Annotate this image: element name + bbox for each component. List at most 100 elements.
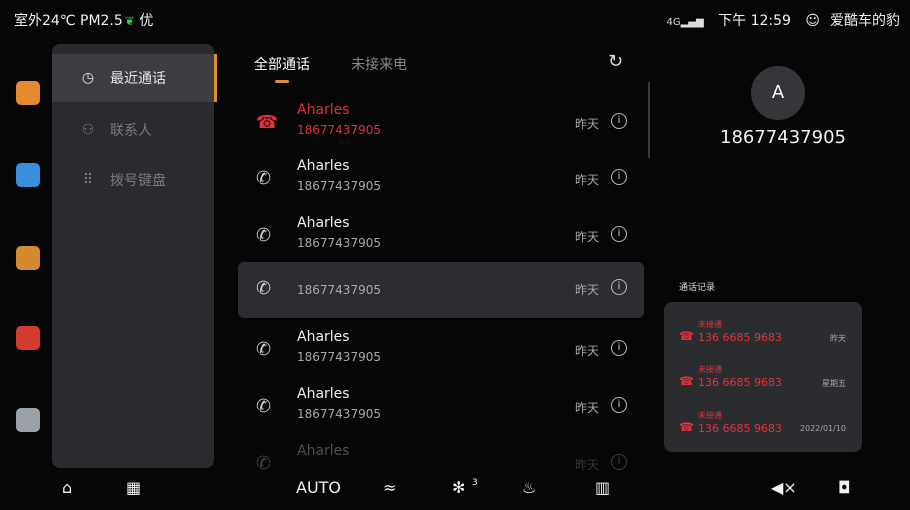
- call-row[interactable]: ✆ Aharles 18677437905 昨天 i: [238, 209, 644, 265]
- username[interactable]: 爱酷车的豹: [830, 13, 900, 29]
- sidebar-item-label: 联系人: [110, 123, 152, 139]
- caller-name: Aharles: [297, 158, 350, 174]
- history-row[interactable]: ☎ 未接通 136 6685 9683 星期五: [664, 358, 862, 402]
- caller-number: 18677437905: [297, 123, 381, 137]
- car-icon[interactable]: [16, 81, 40, 105]
- sidebar-item-label: 拨号键盘: [110, 173, 166, 189]
- history-row[interactable]: ☎ 未接通 136 6685 9683 昨天: [664, 313, 862, 357]
- ac-auto-button[interactable]: AUTO: [296, 478, 341, 497]
- front-defrost-icon[interactable]: ♨: [522, 478, 536, 497]
- caller-name: Aharles: [297, 443, 350, 459]
- history-date: 2022/01/10: [799, 424, 846, 433]
- caller-number: 18677437905: [297, 407, 381, 421]
- tab-missed-calls[interactable]: 未接来电: [351, 54, 407, 74]
- call-date: 昨天: [575, 344, 600, 358]
- fan-icon[interactable]: ✻: [452, 478, 465, 497]
- outdoor-temp: 室外24℃: [14, 13, 76, 29]
- caller-name: Aharles: [297, 215, 350, 231]
- map-icon[interactable]: [16, 163, 40, 187]
- history-status: 未接通: [698, 411, 722, 420]
- mute-icon[interactable]: ◀×: [771, 478, 797, 497]
- person-icon: ⚇: [81, 122, 95, 138]
- scrollbar[interactable]: [648, 82, 650, 158]
- call-date: 昨天: [575, 401, 600, 415]
- signal-label: 4G: [666, 17, 681, 28]
- airflow-icon[interactable]: ≈: [383, 478, 396, 497]
- missed-call-icon: ☎: [679, 374, 694, 388]
- caller-number: 18677437905: [297, 283, 381, 297]
- gear-icon[interactable]: [16, 408, 40, 432]
- history-number: 136 6685 9683: [698, 376, 782, 389]
- info-icon[interactable]: i: [611, 226, 627, 242]
- media-icon[interactable]: [16, 246, 40, 270]
- rear-defrost-icon[interactable]: ▥: [595, 478, 610, 497]
- history-number: 136 6685 9683: [698, 422, 782, 435]
- info-icon[interactable]: i: [611, 169, 627, 185]
- fan-level: 3: [472, 478, 478, 488]
- history-date: 星期五: [822, 379, 846, 388]
- pm-label: PM2.5: [80, 13, 123, 29]
- apps-grid-icon[interactable]: ▦: [126, 478, 141, 497]
- incoming-call-icon: ✆: [256, 396, 272, 417]
- incoming-call-icon: ✆: [256, 168, 272, 189]
- clock-icon: ◷: [81, 70, 95, 86]
- contact-number: 18677437905: [720, 127, 846, 148]
- info-icon[interactable]: i: [611, 113, 627, 129]
- caller-number: 18677437905: [297, 179, 381, 193]
- app-dock: [10, 60, 46, 450]
- caller-name: Aharles: [297, 329, 350, 345]
- call-row[interactable]: ✆ Aharles 18677437905 昨天 i: [238, 323, 644, 379]
- user-icon[interactable]: ☺: [805, 13, 820, 29]
- info-icon[interactable]: i: [611, 279, 627, 295]
- history-title: 通话记录: [679, 283, 716, 293]
- call-row-selected[interactable]: ✆ 18677437905 昨天 i: [238, 262, 644, 318]
- info-icon[interactable]: i: [611, 397, 627, 413]
- status-right: 4G▂▄▆ 下午 12:59 ☺ 爱酷车的豹: [646, 10, 900, 30]
- history-row[interactable]: ☎ 未接通 136 6685 9683 2022/01/10: [664, 404, 862, 448]
- signal-icon: 4G▂▄▆: [666, 17, 704, 28]
- incoming-call-icon: ✆: [256, 339, 272, 360]
- sidebar: ◷ 最近通话 ⚇ 联系人 ⠿ 拨号键盘: [52, 44, 217, 468]
- history-status: 未接通: [698, 365, 722, 374]
- status-left: 室外24℃ PM2.5 ❦ 优: [14, 10, 153, 30]
- home-icon[interactable]: ⌂: [62, 478, 72, 497]
- caller-name: Aharles: [297, 386, 350, 402]
- history-status: 未接通: [698, 320, 722, 329]
- call-date: 昨天: [575, 117, 600, 131]
- missed-call-icon: ☎: [679, 420, 694, 434]
- sidebar-item-dialpad[interactable]: ⠿ 拨号键盘: [52, 156, 214, 204]
- history-date: 昨天: [830, 334, 846, 343]
- call-row[interactable]: ☎ Aharles 18677437905 昨天 i: [238, 96, 644, 152]
- radio-icon[interactable]: [16, 326, 40, 350]
- incoming-call-icon: ✆: [256, 278, 272, 299]
- call-row[interactable]: ✆ Aharles 18677437905 昨天 i: [238, 380, 644, 436]
- tab-all-calls[interactable]: 全部通话: [254, 54, 310, 83]
- info-icon[interactable]: i: [611, 340, 627, 356]
- missed-call-icon: ☎: [256, 112, 279, 133]
- sidebar-item-label: 最近通话: [110, 71, 166, 87]
- caller-number: 18677437905: [297, 350, 381, 364]
- caller-name: Aharles: [297, 102, 350, 118]
- avatar: A: [751, 66, 805, 120]
- status-bar: 室外24℃ PM2.5 ❦ 优 4G▂▄▆ 下午 12:59 ☺ 爱酷车的豹: [0, 0, 910, 40]
- call-date: 昨天: [575, 230, 600, 244]
- clock: 下午 12:59: [718, 13, 791, 29]
- history-number: 136 6685 9683: [698, 331, 782, 344]
- incoming-call-icon: ✆: [256, 225, 272, 246]
- sidebar-item-recent[interactable]: ◷ 最近通话: [52, 54, 217, 102]
- air-quality: 优: [139, 13, 154, 29]
- call-tabs: 全部通话 未接来电: [254, 54, 443, 83]
- caller-number: 18677437905: [297, 236, 381, 250]
- assistant-icon[interactable]: ◘: [838, 478, 851, 497]
- call-date: 昨天: [575, 173, 600, 187]
- dialpad-icon: ⠿: [82, 172, 94, 188]
- call-history-card: ☎ 未接通 136 6685 9683 昨天 ☎ 未接通 136 6685 96…: [664, 302, 862, 452]
- bottom-bar: ⌂ ▦ AUTO ≈ ✻ 3 ♨ ▥ ◀× ◘: [0, 468, 910, 510]
- phone-screen: 室外24℃ PM2.5 ❦ 优 4G▂▄▆ 下午 12:59 ☺ 爱酷车的豹 ◷ 最…: [0, 0, 910, 510]
- leaf-icon: ❦: [124, 14, 135, 28]
- missed-call-icon: ☎: [679, 329, 694, 343]
- call-row[interactable]: ✆ Aharles 18677437905 昨天 i: [238, 152, 644, 208]
- refresh-icon[interactable]: ↻: [608, 51, 623, 72]
- call-date: 昨天: [575, 283, 600, 297]
- sidebar-item-contacts[interactable]: ⚇ 联系人: [52, 106, 214, 154]
